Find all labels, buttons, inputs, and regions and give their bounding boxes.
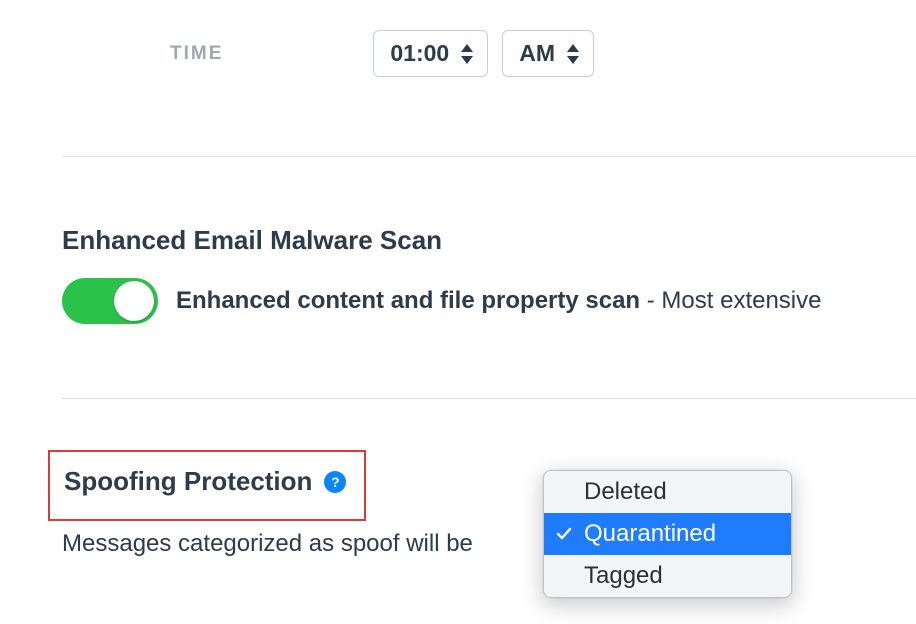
spoof-option-quarantined-label: Quarantined: [584, 520, 716, 547]
time-meridiem-value: AM: [519, 40, 555, 67]
spoof-action-dropdown[interactable]: Deleted Quarantined Tagged: [543, 470, 792, 598]
enhanced-scan-label: Enhanced content and file property scan …: [176, 287, 822, 315]
time-hour-select[interactable]: 01:00: [373, 30, 488, 77]
enhanced-scan-toggle[interactable]: [62, 278, 158, 324]
spoof-option-quarantined[interactable]: Quarantined: [544, 513, 791, 555]
time-hour-value: 01:00: [390, 40, 449, 67]
spoofing-protection-highlight: Spoofing Protection ?: [48, 450, 366, 521]
section-divider: [62, 156, 916, 157]
spoof-option-tagged[interactable]: Tagged: [544, 555, 791, 597]
enhanced-scan-suffix: - Most extensive: [640, 287, 821, 314]
time-meridiem-select[interactable]: AM: [502, 30, 594, 77]
check-icon: [556, 520, 572, 548]
section-divider: [62, 398, 916, 399]
spoofing-protection-heading: Spoofing Protection: [64, 466, 312, 497]
time-label: TIME: [170, 43, 223, 65]
malware-scan-heading: Enhanced Email Malware Scan: [62, 225, 442, 256]
enhanced-scan-main-text: Enhanced content and file property scan: [176, 287, 640, 314]
toggle-knob: [114, 281, 154, 321]
spoof-option-deleted[interactable]: Deleted: [544, 471, 791, 513]
stepper-icon: [461, 44, 473, 64]
help-icon[interactable]: ?: [324, 471, 346, 493]
spoofing-description: Messages categorized as spoof will be: [62, 530, 473, 558]
stepper-icon: [567, 44, 579, 64]
